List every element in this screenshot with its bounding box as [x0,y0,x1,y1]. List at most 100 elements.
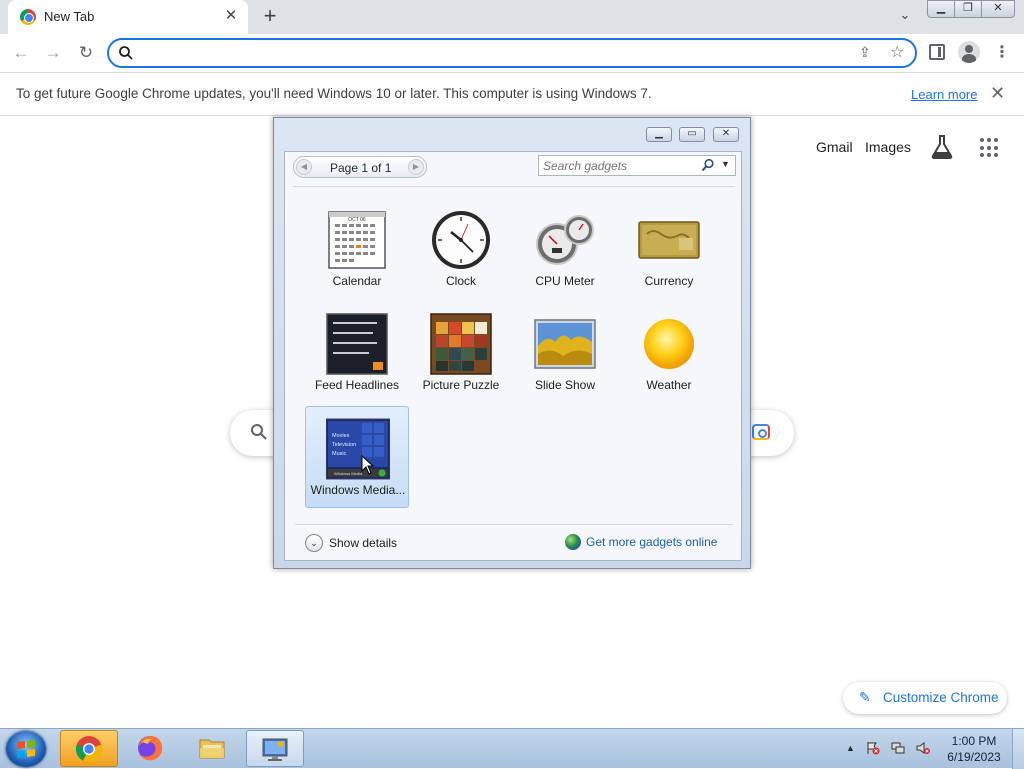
address-input[interactable] [139,43,829,63]
gadgets-gallery-window: ▁ ▭ ✕ ◀ Page 1 of 1 ▶ ▼ [273,117,751,569]
start-button[interactable] [6,731,46,767]
media-line-movies: Movies [332,433,350,439]
previous-page-button[interactable]: ◀ [296,159,312,175]
chrome-favicon-icon [20,9,36,25]
window-minimize-button[interactable]: ▁ [927,0,955,18]
page-navigator: ◀ Page 1 of 1 ▶ [293,156,427,178]
clock-time[interactable]: 1:00 PM [946,734,1002,748]
gadget-currency[interactable]: Currency [617,198,721,300]
network-icon[interactable] [891,741,905,755]
taskbar-desktop-gadgets[interactable] [246,730,304,767]
gadget-search-box[interactable]: ▼ [538,155,736,176]
google-lens-icon[interactable] [752,424,770,440]
get-more-gadgets-link[interactable]: Get more gadgets online [586,535,717,549]
show-hidden-icons-button[interactable]: ▲ [846,743,855,753]
gadgets-close-button[interactable]: ✕ [713,127,739,142]
action-center-flag-icon[interactable] [866,741,880,755]
labs-flask-icon[interactable] [930,134,954,160]
gadget-weather[interactable]: Weather [617,302,721,404]
picture-puzzle-gadget-icon [430,313,492,375]
gadget-picture-puzzle[interactable]: Picture Puzzle [409,302,513,404]
windows-logo-icon [17,740,35,758]
gadget-label: Windows Media... [310,483,406,497]
taskbar: ▲ 1:00 PM 6/19/2023 [0,728,1024,769]
window-maximize-button[interactable]: ❐ [954,0,982,18]
gadgets-maximize-button[interactable]: ▭ [679,127,705,142]
next-page-button[interactable]: ▶ [408,159,424,175]
infobar-close-icon[interactable]: ✕ [990,83,1005,104]
bookmark-star-icon[interactable]: ☆ [890,42,904,62]
images-link[interactable]: Images [865,139,911,155]
update-infobar: To get future Google Chrome updates, you… [0,72,1024,116]
gadget-feed-headlines[interactable]: Feed Headlines [305,302,409,404]
gadgets-minimize-button[interactable]: ▁ [646,127,672,142]
google-apps-icon[interactable] [980,138,1000,158]
media-line-music: Music [332,451,347,457]
reload-button[interactable]: ↻ [74,42,98,64]
back-button[interactable]: ← [9,42,33,64]
gadget-label: CPU Meter [535,274,595,288]
show-details-link[interactable]: Show details [329,536,397,550]
tab-search-button[interactable]: ⌄ [894,7,916,27]
gadget-label: Currency [644,274,694,288]
search-icon [119,46,133,60]
currency-gadget-icon [638,221,700,259]
gadget-label: Slide Show [534,378,596,392]
calendar-gadget-icon: OCT 06 [328,211,386,269]
gadget-calendar[interactable]: OCT 06 Calendar [305,198,409,300]
pencil-icon: ✎ [859,689,871,705]
gadget-cpu-meter[interactable]: CPU Meter [513,198,617,300]
gadgets-footer: ⌄ Show details Get more gadgets online [295,524,733,554]
clock-gadget-icon [432,211,490,269]
gadget-label: Feed Headlines [314,378,400,392]
folder-icon [199,739,225,759]
gadget-windows-media[interactable]: Movies Television Music Windows Media Wi… [305,406,409,508]
media-footer-label: Windows Media [334,471,363,476]
volume-muted-icon[interactable] [916,741,930,755]
gadget-search-input[interactable] [543,158,693,174]
taskbar-firefox[interactable] [122,730,180,767]
gadgets-monitor-icon [262,738,288,761]
search-icon [251,424,267,440]
learn-more-link[interactable]: Learn more [911,87,977,102]
feed-headlines-gadget-icon [326,313,388,375]
chrome-icon [75,736,103,763]
share-icon[interactable]: ⇪ [859,44,871,61]
gadget-label: Weather [646,378,692,392]
show-details-chevron-icon[interactable]: ⌄ [305,534,323,552]
calendar-month-label: OCT 06 [348,217,366,223]
customize-chrome-button[interactable]: ✎ Customize Chrome [843,682,1007,714]
gadget-label: Clock [445,274,476,288]
window-close-button[interactable]: ✕ [981,0,1015,18]
search-icon[interactable] [701,158,715,172]
media-line-television: Television [332,442,356,448]
profile-avatar-icon[interactable] [958,41,980,63]
search-dropdown-icon[interactable]: ▼ [721,159,730,169]
globe-icon [565,534,581,550]
divider [293,186,735,187]
show-desktop-button[interactable] [1012,729,1024,769]
gmail-link[interactable]: Gmail [816,139,853,155]
tab-title: New Tab [44,9,95,24]
side-panel-icon[interactable] [929,44,945,60]
omnibox[interactable]: ⇪ ☆ [107,38,917,68]
forward-button[interactable]: → [41,42,65,64]
windows-media-gadget-icon: Movies Television Music Windows Media [326,418,390,480]
browser-toolbar: ← → ↻ ⇪ ☆ ⋮ [0,34,1024,72]
clock-date[interactable]: 6/19/2023 [944,750,1004,764]
new-tab-button[interactable]: + [258,5,282,29]
taskbar-windows-explorer[interactable] [184,730,242,767]
gadgets-panel: ◀ Page 1 of 1 ▶ ▼ [284,151,742,561]
gadget-clock[interactable]: Clock [409,198,513,300]
chrome-menu-icon[interactable]: ⋮ [994,42,1010,62]
weather-gadget-icon [644,319,694,369]
gadget-slide-show[interactable]: Slide Show [513,302,617,404]
gadget-label: Picture Puzzle [422,378,500,392]
taskbar-chrome[interactable] [60,730,118,767]
cpu-meter-gadget-icon [536,215,594,265]
customize-chrome-label: Customize Chrome [883,690,999,705]
tab-new-tab[interactable]: New Tab ✕ [8,0,248,34]
tab-strip: New Tab ✕ + ⌄ ▁ ❐ ✕ [0,0,1024,34]
gadget-label: Calendar [332,274,382,288]
tab-close-icon[interactable]: ✕ [222,7,240,25]
